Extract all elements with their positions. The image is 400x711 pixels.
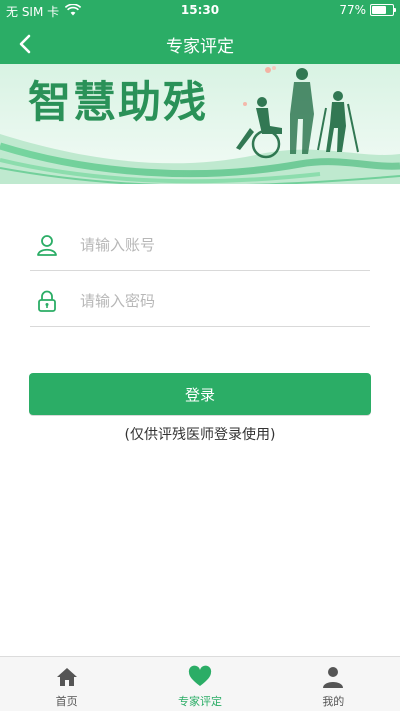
banner-title: 智慧助残 <box>28 78 208 128</box>
battery-icon <box>370 4 396 16</box>
lock-icon <box>30 284 64 318</box>
tab-expert-review[interactable]: 专家评定 <box>133 657 266 711</box>
nav-bar: 专家评定 <box>0 24 400 64</box>
battery-percent: 77% <box>339 3 366 17</box>
tab-expert-review-label: 专家评定 <box>177 695 222 708</box>
tab-mine[interactable]: 我的 <box>267 657 400 711</box>
password-input[interactable] <box>78 291 352 311</box>
status-right: 77% <box>339 3 396 17</box>
status-bar: 无 SIM 卡 15:30 77% <box>0 0 400 20</box>
user-icon <box>321 665 345 689</box>
home-icon <box>55 665 79 689</box>
user-icon <box>30 228 64 262</box>
account-field <box>30 220 370 271</box>
password-field <box>30 276 370 327</box>
tab-bar: 首页 专家评定 我的 <box>0 656 400 711</box>
login-form <box>30 220 370 327</box>
account-input[interactable] <box>78 235 352 255</box>
back-button[interactable] <box>14 32 38 56</box>
app-header: 无 SIM 卡 15:30 77% 专家评定 <box>0 0 400 64</box>
battery-fill <box>372 6 386 14</box>
tab-home-label: 首页 <box>55 695 78 708</box>
tab-home[interactable]: 首页 <box>0 657 133 711</box>
tab-mine-label: 我的 <box>322 695 345 708</box>
chevron-left-icon <box>19 34 31 54</box>
login-button[interactable]: 登录 <box>29 373 371 415</box>
banner-image: 智慧助残 <box>0 64 400 184</box>
login-note: (仅供评残医师登录使用) <box>124 427 276 443</box>
page-title: 专家评定 <box>166 36 234 57</box>
heart-icon <box>188 665 212 689</box>
